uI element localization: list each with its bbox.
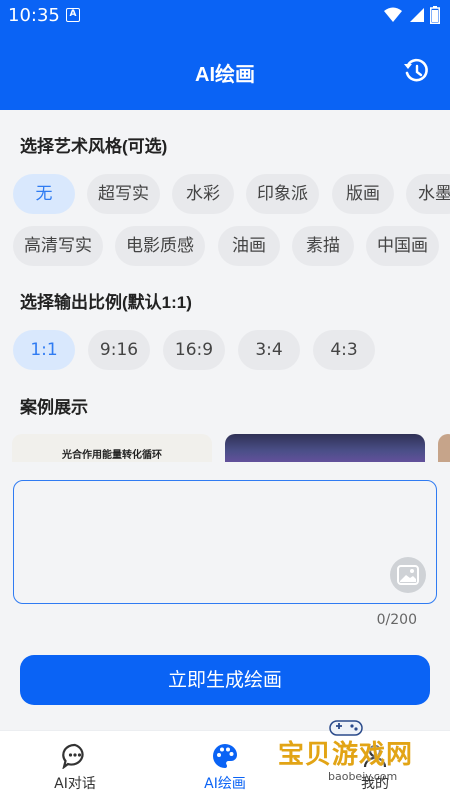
style-chip-hyperreal[interactable]: 超写实 <box>87 174 160 214</box>
status-bar: 10:35 A <box>0 0 450 32</box>
signal-icon <box>410 8 424 22</box>
ratio-chip-16-9[interactable]: 16:9 <box>163 330 225 370</box>
generate-button[interactable]: 立即生成绘画 <box>20 655 430 705</box>
ratio-section-title: 选择输出比例(默认1:1) <box>20 293 192 312</box>
prompt-box <box>13 480 437 604</box>
tab-ai-draw-label: AI绘画 <box>204 776 246 792</box>
char-counter: 0/200 <box>376 612 417 628</box>
case-card-starry[interactable] <box>225 434 425 462</box>
style-chip-chinese[interactable]: 中国画 <box>366 226 439 266</box>
style-section-title: 选择艺术风格(可选) <box>20 137 168 156</box>
style-chip-sketch[interactable]: 素描 <box>292 226 354 266</box>
site-watermark: 宝贝游戏网 baobeiy.com <box>276 716 446 786</box>
ratio-chip-9-16[interactable]: 9:16 <box>88 330 150 370</box>
style-chip-impressionism[interactable]: 印象派 <box>246 174 319 214</box>
ratio-chip-1-1[interactable]: 1:1 <box>13 330 75 370</box>
app-header: AI绘画 <box>0 32 450 110</box>
style-chip-watercolor[interactable]: 水彩 <box>172 174 234 214</box>
style-chip-cinematic[interactable]: 电影质感 <box>115 226 205 266</box>
palette-icon <box>213 744 237 768</box>
wifi-icon <box>384 7 402 22</box>
notification-icon: A <box>66 8 80 22</box>
image-icon <box>397 565 419 585</box>
style-chip-oil[interactable]: 油画 <box>218 226 280 266</box>
style-chip-none[interactable]: 无 <box>13 174 75 214</box>
prompt-input[interactable] <box>14 481 436 603</box>
status-time: 10:35 <box>8 5 60 26</box>
page-title: AI绘画 <box>195 64 255 86</box>
watermark-text: 宝贝游戏网 <box>278 740 414 770</box>
battery-icon <box>430 6 440 24</box>
history-icon[interactable] <box>402 57 430 85</box>
tab-ai-chat-label: AI对话 <box>54 776 96 792</box>
style-chip-print[interactable]: 版画 <box>332 174 394 214</box>
case-card-photosynthesis[interactable]: 光合作用能量转化循环 <box>12 434 212 462</box>
case-card-caption: 光合作用能量转化循环 <box>62 450 162 461</box>
style-chip-hd-real[interactable]: 高清写实 <box>13 226 103 266</box>
ratio-chip-3-4[interactable]: 3:4 <box>238 330 300 370</box>
tab-ai-chat[interactable]: AI对话 <box>0 731 150 800</box>
cases-section-title: 案例展示 <box>20 398 88 417</box>
ratio-chip-4-3[interactable]: 4:3 <box>313 330 375 370</box>
watermark-url: baobeiy.com <box>328 770 398 783</box>
chat-icon <box>62 743 84 769</box>
case-card-partial[interactable] <box>438 434 450 462</box>
upload-image-button[interactable] <box>390 557 426 593</box>
system-icons <box>384 6 440 24</box>
style-chip-ink[interactable]: 水墨 <box>406 174 450 214</box>
